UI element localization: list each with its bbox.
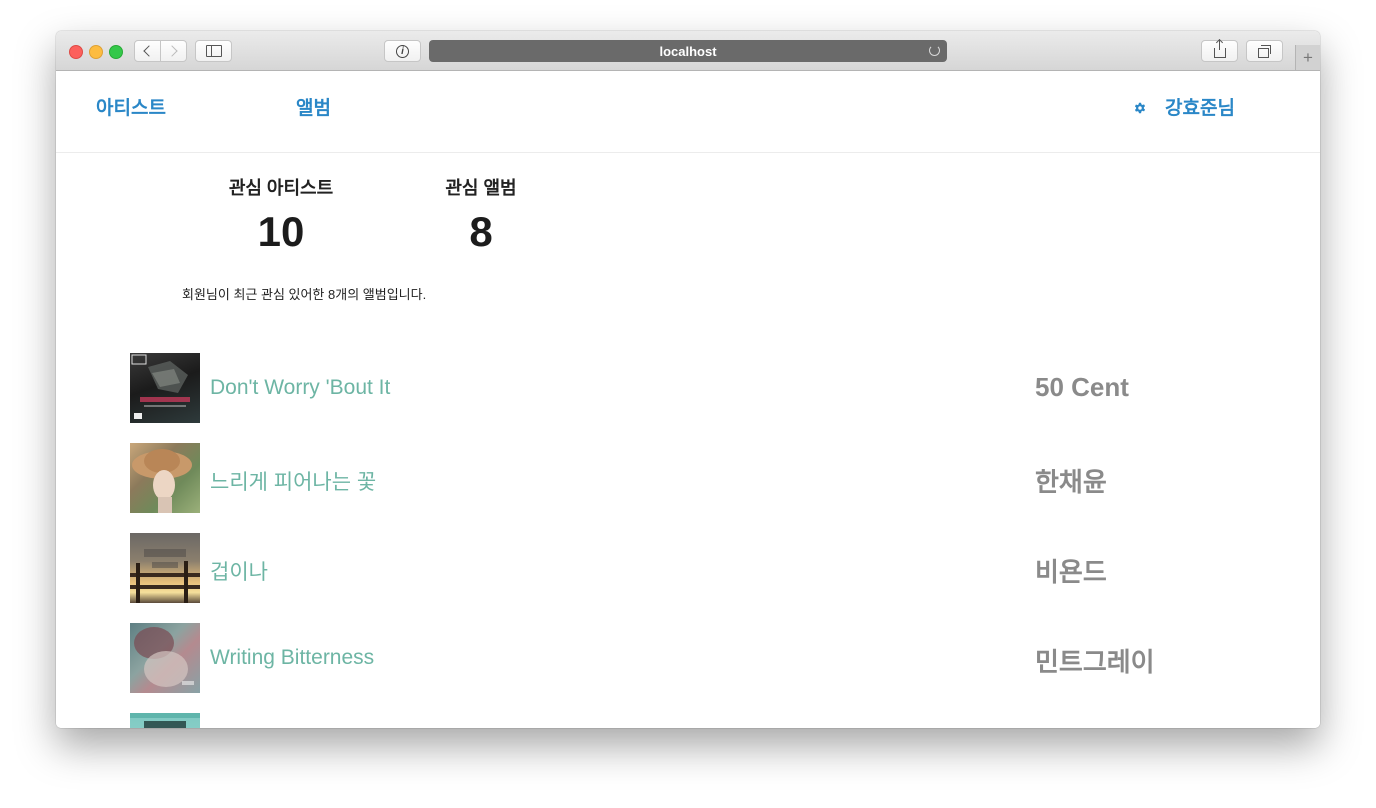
album-title[interactable]: 느리게 피어나는 꽃 — [210, 466, 376, 496]
album-cover-art — [132, 449, 192, 513]
album-cover-art — [134, 627, 194, 687]
album-cover[interactable] — [130, 353, 200, 423]
chevron-right-icon — [166, 45, 178, 57]
album-row[interactable]: 겁이나 비욘드 — [130, 533, 1250, 603]
address-bar[interactable]: localhost — [429, 40, 947, 62]
close-window-button[interactable] — [69, 45, 83, 59]
nav-artists-link[interactable]: 아티스트 — [96, 93, 166, 120]
url-text: localhost — [659, 43, 717, 59]
album-cover-art — [131, 354, 190, 419]
stat-artists-count: 10 — [257, 208, 305, 255]
gear-icon[interactable] — [1133, 101, 1147, 115]
album-artist[interactable]: 50 Cent — [1035, 372, 1129, 403]
browser-toolbar: i localhost + — [56, 31, 1320, 71]
info-icon: i — [396, 44, 409, 58]
chevron-left-icon — [143, 45, 155, 57]
history-navigation — [134, 40, 187, 62]
album-cover[interactable] — [130, 713, 200, 728]
sidebar-toggle-button[interactable] — [195, 40, 232, 62]
browser-window: i localhost + 아티스트 앨범 강효준님 관심 아티스트 10 관심… — [56, 31, 1320, 728]
tabs-icon — [1257, 44, 1271, 58]
site-navbar: 아티스트 앨범 강효준님 — [56, 71, 1320, 153]
album-list-description: 회원님이 최근 관심 있어한 8개의 앨범입니다. — [182, 287, 427, 302]
album-title[interactable]: 겁이나 — [210, 556, 268, 586]
stat-artists: 관심 아티스트 10 — [222, 174, 340, 256]
album-cover[interactable] — [130, 443, 200, 513]
sidebar-icon — [205, 45, 222, 57]
share-icon — [1213, 40, 1226, 58]
forward-button[interactable] — [160, 41, 186, 61]
album-row[interactable]: Don't Worry 'Bout It 50 Cent — [130, 353, 1250, 423]
minimize-window-button[interactable] — [89, 45, 103, 59]
zoom-window-button[interactable] — [109, 45, 123, 59]
album-artist[interactable]: 비욘드 — [1035, 552, 1107, 589]
page-content: 아티스트 앨범 강효준님 관심 아티스트 10 관심 앨범 8 회원님이 최근 … — [56, 71, 1320, 728]
nav-user-link[interactable]: 강효준님 — [1165, 93, 1235, 120]
album-title[interactable]: Writing Bitterness — [210, 646, 374, 670]
album-cover[interactable] — [130, 533, 200, 603]
album-list: Don't Worry 'Bout It 50 Cent 느리게 피어나는 꽃 … — [130, 353, 1250, 728]
stat-albums-label: 관심 앨범 — [445, 178, 517, 198]
album-cover[interactable] — [130, 623, 200, 693]
plus-icon: + — [1303, 47, 1313, 67]
nav-albums-link[interactable]: 앨범 — [296, 93, 331, 120]
album-artist[interactable]: 민트그레이 — [1035, 642, 1155, 679]
new-tab-button[interactable]: + — [1295, 45, 1320, 70]
album-row[interactable] — [130, 713, 1250, 728]
album-artist[interactable]: 한채윤 — [1035, 462, 1107, 499]
album-cover-art — [130, 549, 200, 603]
stat-artists-label: 관심 아티스트 — [228, 178, 334, 198]
album-row[interactable]: 느리게 피어나는 꽃 한채윤 — [130, 443, 1250, 513]
site-info-button[interactable]: i — [384, 40, 421, 62]
stat-albums-count: 8 — [469, 208, 493, 255]
album-title[interactable]: Don't Worry 'Bout It — [210, 376, 390, 400]
reload-icon[interactable] — [929, 45, 940, 56]
back-button[interactable] — [135, 41, 160, 61]
album-cover-art — [130, 713, 200, 728]
show-tabs-button[interactable] — [1246, 40, 1283, 62]
share-button[interactable] — [1201, 40, 1238, 62]
stat-albums: 관심 앨범 8 — [436, 174, 526, 256]
album-row[interactable]: Writing Bitterness 민트그레이 — [130, 623, 1250, 693]
